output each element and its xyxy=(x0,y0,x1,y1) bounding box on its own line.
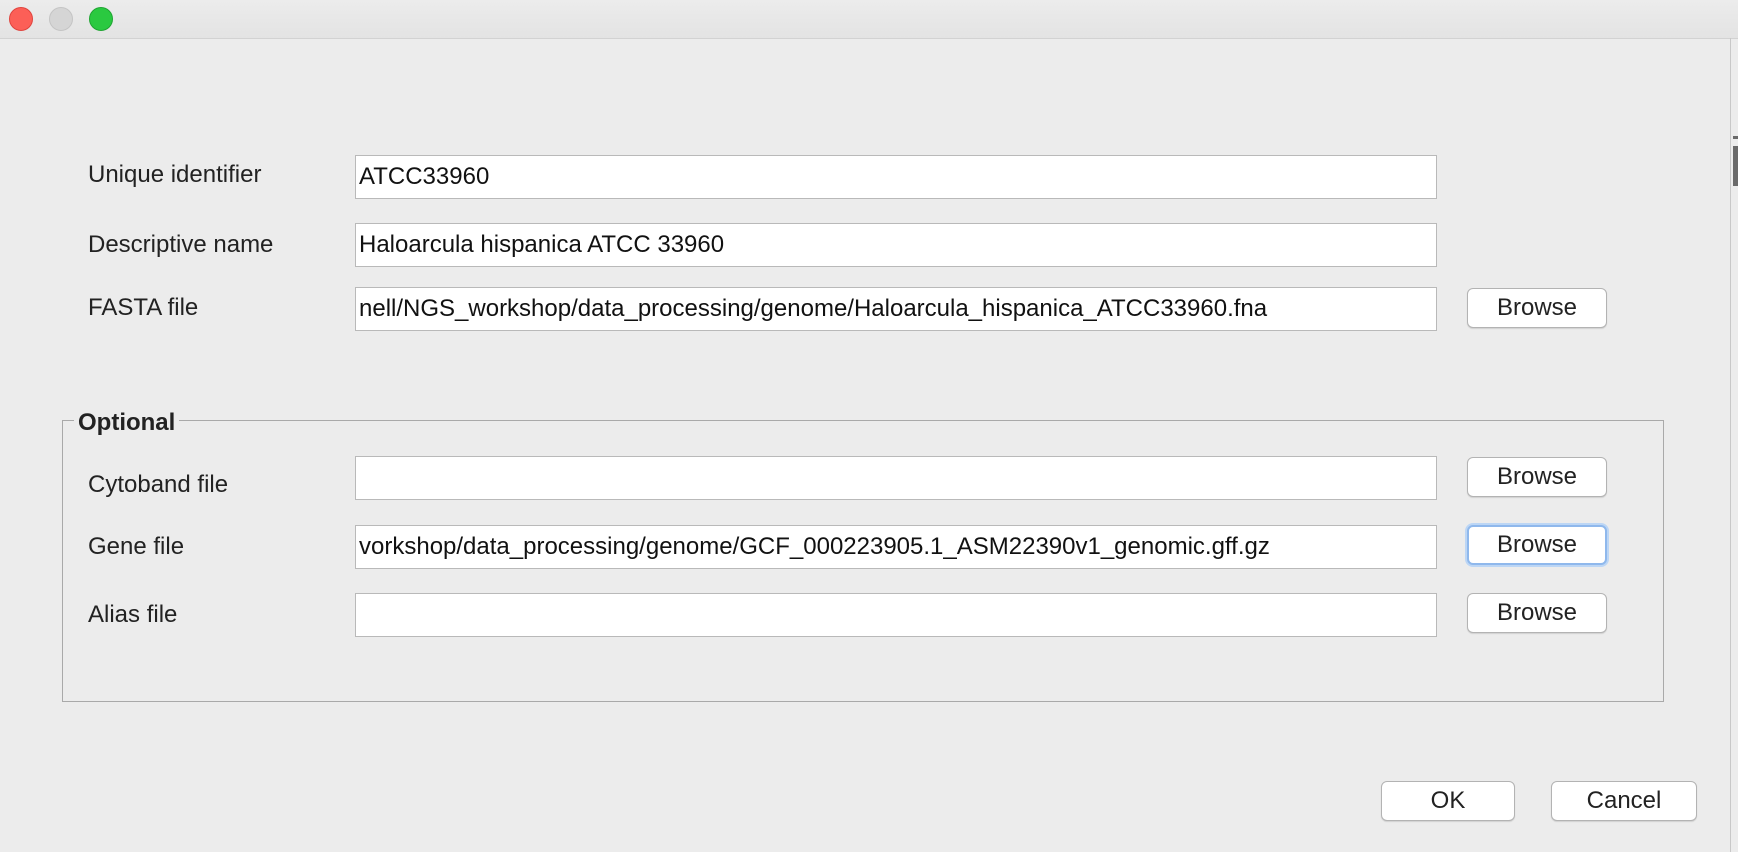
edge-mark-bottom xyxy=(1733,146,1738,186)
cytoband-browse-button[interactable]: Browse xyxy=(1467,457,1607,497)
fasta-file-label: FASTA file xyxy=(88,294,199,321)
close-window-button[interactable] xyxy=(9,7,33,31)
edge-mark-top xyxy=(1733,136,1738,139)
fasta-browse-button[interactable]: Browse xyxy=(1467,288,1607,328)
cytoband-file-label: Cytoband file xyxy=(88,471,229,498)
alias-file-label: Alias file xyxy=(88,601,178,628)
gene-file-label: Gene file xyxy=(88,533,185,560)
title-bar xyxy=(0,0,1738,39)
gene-browse-button[interactable]: Browse xyxy=(1467,525,1607,565)
maximize-window-button[interactable] xyxy=(89,7,113,31)
window-edge-divider xyxy=(1730,38,1731,852)
optional-group-title: Optional xyxy=(74,409,180,437)
alias-browse-button[interactable]: Browse xyxy=(1467,593,1607,633)
alias-file-field[interactable] xyxy=(355,593,1437,637)
genome-dialog-window: Unique identifier ATCC33960 Descriptive … xyxy=(0,0,1738,852)
descriptive-name-field[interactable]: Haloarcula hispanica ATCC 33960 xyxy=(355,223,1437,267)
ok-button[interactable]: OK xyxy=(1381,781,1515,821)
fasta-file-field[interactable]: nell/NGS_workshop/data_processing/genome… xyxy=(355,287,1437,331)
gene-file-field[interactable]: vorkshop/data_processing/genome/GCF_0002… xyxy=(355,525,1437,569)
unique-identifier-label: Unique identifier xyxy=(88,161,262,188)
descriptive-name-label: Descriptive name xyxy=(88,231,274,258)
minimize-window-button[interactable] xyxy=(49,7,73,31)
cancel-button[interactable]: Cancel xyxy=(1551,781,1697,821)
unique-identifier-field[interactable]: ATCC33960 xyxy=(355,155,1437,199)
cytoband-file-field[interactable] xyxy=(355,456,1437,500)
